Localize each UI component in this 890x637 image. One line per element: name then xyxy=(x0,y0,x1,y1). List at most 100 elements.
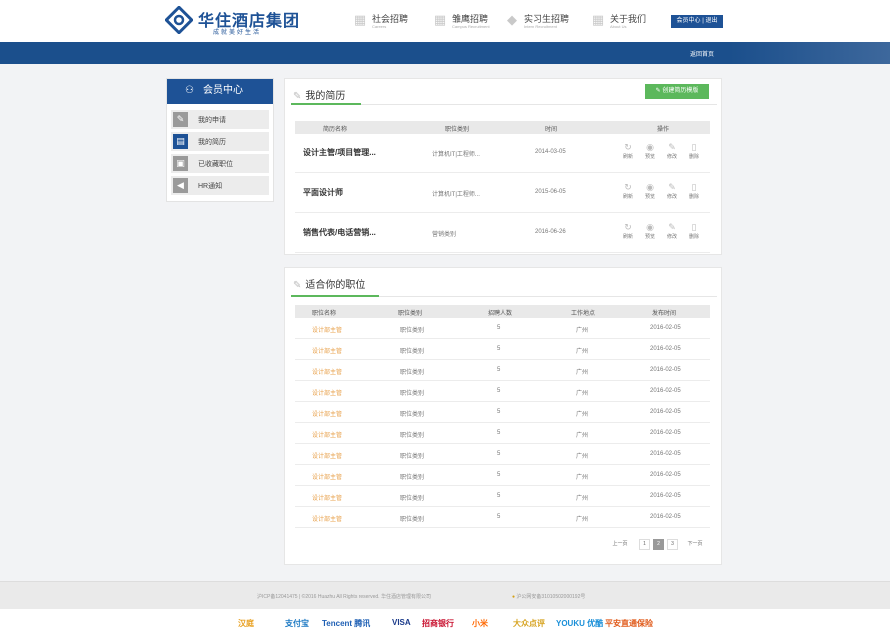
users-icon: ⚇ xyxy=(185,85,194,96)
job-title-link[interactable]: 设计部主管 xyxy=(312,325,342,334)
title-underline xyxy=(291,103,361,105)
partner-logo[interactable]: VISA xyxy=(392,618,411,627)
eye-icon: ◉ xyxy=(646,222,654,232)
job-title-link[interactable]: 设计部主管 xyxy=(312,388,342,397)
op-label: 修改 xyxy=(666,234,677,240)
sidebar-header: ⚇ 会员中心 xyxy=(167,79,273,104)
op-label: 修改 xyxy=(666,154,677,160)
partner-logo[interactable]: 小米 xyxy=(472,618,488,629)
op-label: 删除 xyxy=(688,194,699,200)
nav-about-us[interactable]: ▦ 关于我们 About Us xyxy=(588,10,668,34)
jobs-title: ✎ 适合你的职位 xyxy=(293,276,365,291)
job-title-link[interactable]: 设计部主管 xyxy=(312,493,342,502)
job-title-link[interactable]: 设计部主管 xyxy=(312,367,342,376)
partner-logo[interactable]: 支付宝 xyxy=(285,618,309,629)
partner-logo[interactable]: 招商银行 xyxy=(422,618,454,629)
partner-logos: 汉庭 支付宝 Tencent 腾讯 VISA 招商银行 小米 大众点评 YOUK… xyxy=(0,609,890,637)
nav-en-label: About Us xyxy=(610,24,627,29)
brand-logo[interactable]: 华住酒店集团 成就美好生活 xyxy=(165,6,300,38)
sidebar-item-saved-jobs[interactable]: ▣ 已收藏职位 xyxy=(171,154,269,173)
job-title-link[interactable]: 设计部主管 xyxy=(312,346,342,355)
partner-logo[interactable]: YOUKU 优酷 xyxy=(556,618,603,629)
next-page-button[interactable]: 下一页 xyxy=(682,539,708,550)
edit-icon: ✎ xyxy=(668,222,676,232)
partner-logo[interactable]: 平安直通保险 xyxy=(605,618,653,629)
job-title-link[interactable]: 设计部主管 xyxy=(312,472,342,481)
page-button[interactable]: 3 xyxy=(667,539,678,550)
top-header: 华住酒店集团 成就美好生活 ▦ 社会招聘 Careers ▦ 雏鹰招聘 Camp… xyxy=(0,0,890,42)
job-cell: 5 xyxy=(497,388,501,394)
preview-button[interactable]: ◉ 预览 xyxy=(642,142,658,161)
job-cell: 5 xyxy=(497,514,501,520)
job-title-link[interactable]: 设计部主管 xyxy=(312,430,342,439)
back-home-link[interactable]: 返回首页 xyxy=(690,49,714,58)
header-band xyxy=(0,42,890,64)
refresh-button[interactable]: ↻ 刷新 xyxy=(620,142,636,161)
sidebar-title: 会员中心 xyxy=(203,85,243,96)
job-title-link[interactable]: 设计部主管 xyxy=(312,451,342,460)
edit-button[interactable]: ✎ 修改 xyxy=(664,142,680,161)
op-label: 修改 xyxy=(666,194,677,200)
job-cell: 2016-02-05 xyxy=(650,493,681,499)
building-icon: ▦ xyxy=(433,12,447,27)
col-header: 时间 xyxy=(545,127,558,133)
nav-campus-recruitment[interactable]: ▦ 雏鹰招聘 Campus Recruitment xyxy=(430,10,510,34)
edit-button[interactable]: ✎ 修改 xyxy=(664,182,680,201)
resume-name[interactable]: 设计主管/项目管理... xyxy=(303,147,376,158)
sidebar-item-my-resumes[interactable]: ▤ 我的简历 xyxy=(171,132,269,151)
page-button[interactable]: 1 xyxy=(639,539,650,550)
resumes-title: ✎ 我的简历 xyxy=(293,87,345,102)
edit-icon: ✎ xyxy=(668,182,676,192)
nav-social-recruitment[interactable]: ▦ 社会招聘 Careers xyxy=(350,10,430,34)
refresh-button[interactable]: ↻ 刷新 xyxy=(620,182,636,201)
job-row: 设计部主管 职位类别 5 广州 2016-02-05 xyxy=(295,381,710,402)
job-cell: 职位类别 xyxy=(400,349,425,355)
job-cell: 职位类别 xyxy=(400,370,425,376)
nav-intern-recruitment[interactable]: ◆ 实习生招聘 Intern Recruitment xyxy=(502,10,582,34)
delete-button[interactable]: ▯ 删除 xyxy=(686,182,702,201)
refresh-icon: ↻ xyxy=(624,142,632,152)
job-title-link[interactable]: 设计部主管 xyxy=(312,409,342,418)
trash-icon: ▯ xyxy=(691,142,697,152)
job-cell: 职位类别 xyxy=(400,517,425,523)
job-cell: 职位类别 xyxy=(400,496,425,502)
resume-category: 营销类别 xyxy=(432,232,457,238)
job-cell: 广州 xyxy=(576,454,589,460)
job-row: 设计部主管 职位类别 5 广州 2016-02-05 xyxy=(295,423,710,444)
create-resume-button[interactable]: ✎ 创建简历模版 xyxy=(645,84,709,99)
preview-button[interactable]: ◉ 预览 xyxy=(642,222,658,241)
member-sidebar: ⚇ 会员中心 ✎ 我的申请 ▤ 我的简历 ▣ 已收藏职位 ◀ HR通知 xyxy=(166,78,274,202)
delete-button[interactable]: ▯ 删除 xyxy=(686,142,702,161)
job-title-link[interactable]: 设计部主管 xyxy=(312,514,342,523)
police-record[interactable]: ● 沪公网安备31010502000192号 xyxy=(512,593,585,600)
copyright-text: 沪ICP备12041475 | ©2016 Huazhu All Rights … xyxy=(257,594,431,600)
edit-button[interactable]: ✎ 修改 xyxy=(664,222,680,241)
job-cell: 5 xyxy=(497,451,501,457)
col-header: 职位类别 xyxy=(445,127,470,133)
eye-icon: ◉ xyxy=(646,182,654,192)
preview-button[interactable]: ◉ 预览 xyxy=(642,182,658,201)
resumes-table-header: 简历名称 职位类别 时间 操作 xyxy=(295,121,710,134)
op-label: 刷新 xyxy=(622,234,633,240)
resume-name[interactable]: 平面设计师 xyxy=(303,187,343,198)
title-underline xyxy=(291,295,379,297)
job-cell: 广州 xyxy=(576,496,589,502)
job-row: 设计部主管 职位类别 5 广州 2016-02-05 xyxy=(295,444,710,465)
grad-cap-icon: ◆ xyxy=(507,12,517,27)
document-icon: ▤ xyxy=(173,134,188,149)
delete-button[interactable]: ▯ 删除 xyxy=(686,222,702,241)
sidebar-item-label: 我的申请 xyxy=(198,117,226,124)
partner-logo[interactable]: Tencent 腾讯 xyxy=(322,618,370,629)
trash-icon: ▯ xyxy=(691,182,697,192)
member-center-button[interactable]: 会员中心 | 退出 xyxy=(671,15,723,28)
partner-logo[interactable]: 大众点评 xyxy=(513,618,545,629)
prev-page-button[interactable]: 上一页 xyxy=(607,539,633,550)
resume-name[interactable]: 销售代表/电话营销... xyxy=(303,227,376,238)
partner-logo[interactable]: 汉庭 xyxy=(238,618,254,629)
sidebar-item-my-applications[interactable]: ✎ 我的申请 xyxy=(171,110,269,129)
refresh-button[interactable]: ↻ 刷新 xyxy=(620,222,636,241)
page-button-current[interactable]: 2 xyxy=(653,539,664,550)
brand-slogan: 成就美好生活 xyxy=(213,30,262,36)
sidebar-item-hr-notice[interactable]: ◀ HR通知 xyxy=(171,176,269,195)
job-row: 设计部主管 职位类别 5 广州 2016-02-05 xyxy=(295,486,710,507)
